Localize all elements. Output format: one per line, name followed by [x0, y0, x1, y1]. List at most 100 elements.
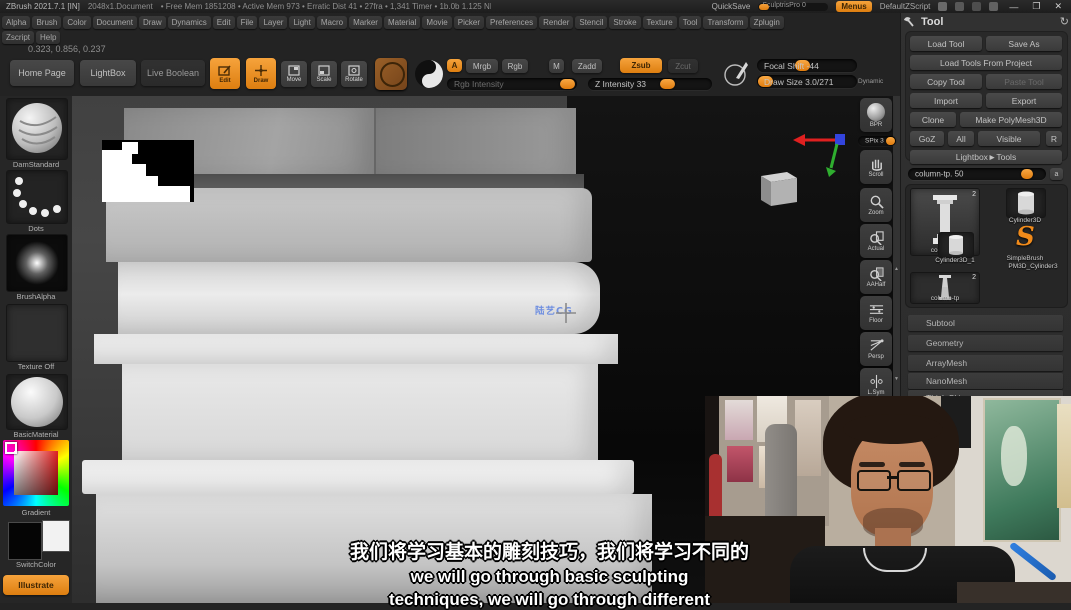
z-intensity-handle[interactable] — [660, 79, 675, 89]
make-polymesh3d-button[interactable]: Make PolyMesh3D — [960, 112, 1062, 127]
titlebar-brush-icon[interactable] — [955, 2, 964, 11]
menu-document[interactable]: Document — [93, 16, 137, 29]
menu-stroke[interactable]: Stroke — [609, 16, 640, 29]
lightbox-tools-button[interactable]: Lightbox►Tools — [910, 150, 1062, 164]
copy-tool-button[interactable]: Copy Tool — [910, 74, 982, 89]
z-intensity-slider[interactable]: Z Intensity 33 — [588, 78, 712, 90]
rgb-intensity-handle[interactable] — [560, 79, 575, 89]
menu-stencil[interactable]: Stencil — [575, 16, 607, 29]
window-minimize-button[interactable]: — — [1006, 2, 1021, 12]
menu-edit[interactable]: Edit — [213, 16, 235, 29]
default-zscript-button[interactable]: DefaultZScript — [880, 2, 931, 11]
color-picker-cursor-icon[interactable] — [5, 442, 17, 454]
tool-thumb-cylinder3d-1[interactable] — [938, 232, 974, 258]
menu-color[interactable]: Color — [63, 16, 90, 29]
zcut-toggle[interactable]: Zcut — [668, 59, 698, 73]
draw-size-slider[interactable]: Draw Size 3.0/271 — [757, 75, 857, 88]
color-picker[interactable] — [3, 440, 69, 506]
sculptris-pro-handle[interactable] — [759, 4, 769, 10]
goz-all-button[interactable]: All — [948, 131, 974, 146]
menu-preferences[interactable]: Preferences — [486, 16, 537, 29]
zsub-toggle[interactable]: Zsub — [620, 58, 662, 73]
zadd-toggle[interactable]: Zadd — [572, 59, 602, 73]
save-as-button[interactable]: Save As — [986, 36, 1062, 51]
import-button[interactable]: Import — [910, 93, 982, 108]
menu-render[interactable]: Render — [539, 16, 573, 29]
menu-dynamics[interactable]: Dynamics — [168, 16, 211, 29]
brush-selector-thumbnail[interactable] — [6, 98, 68, 160]
titlebar-doc-icon[interactable] — [972, 2, 981, 11]
load-tools-from-project-button[interactable]: Load Tools From Project — [910, 55, 1062, 70]
bpr-render-button[interactable]: BPR — [860, 98, 892, 132]
menu-tool[interactable]: Tool — [679, 16, 702, 29]
mrgb-toggle[interactable]: Mrgb — [466, 59, 498, 73]
lightbox-button[interactable]: LightBox — [80, 60, 136, 86]
scrollbar-down-icon[interactable]: ▼ — [894, 376, 899, 382]
menu-marker[interactable]: Marker — [349, 16, 382, 29]
live-boolean-toggle[interactable]: Live Boolean — [141, 60, 205, 86]
draw-mode-button[interactable]: Draw — [246, 58, 276, 89]
load-tool-button[interactable]: Load Tool — [910, 36, 982, 51]
persp-button[interactable]: Persp — [860, 332, 892, 366]
menu-texture[interactable]: Texture — [643, 16, 677, 29]
menu-layer[interactable]: Layer — [259, 16, 287, 29]
section-arraymesh[interactable]: ArrayMesh — [908, 355, 1063, 371]
section-subtool[interactable]: Subtool — [908, 315, 1063, 331]
rotate-mode-button[interactable]: Rotate — [341, 61, 367, 87]
menu-help[interactable]: Help — [36, 31, 60, 44]
rgb-intensity-slider[interactable]: Rgb Intensity — [447, 78, 577, 90]
menu-alpha[interactable]: Alpha — [2, 16, 30, 29]
spix-slider[interactable]: SPix 3 — [858, 136, 896, 146]
window-restore-button[interactable]: ❐ — [1029, 1, 1043, 12]
current-material-thumbnail[interactable] — [413, 58, 445, 90]
titlebar-palette-icon[interactable] — [989, 2, 998, 11]
material-selector-thumbnail[interactable] — [6, 374, 68, 430]
floor-button[interactable]: Floor — [860, 296, 892, 330]
menu-brush[interactable]: Brush — [32, 16, 61, 29]
menu-movie[interactable]: Movie — [422, 16, 451, 29]
dynamic-toggle[interactable]: Dynamic — [858, 78, 883, 85]
section-geometry[interactable]: Geometry — [908, 335, 1063, 351]
menus-toggle-button[interactable]: Menus — [836, 1, 871, 12]
scrollbar-up-icon[interactable]: ▲ — [894, 266, 899, 272]
focal-shift-slider[interactable]: Focal Shift -44 — [757, 59, 857, 72]
zoom-button[interactable]: Zoom — [860, 188, 892, 222]
current-brush-thumbnail[interactable] — [375, 58, 407, 90]
menu-transform[interactable]: Transform — [703, 16, 747, 29]
scroll-button[interactable]: Scroll — [860, 150, 892, 184]
goz-r-button[interactable]: R — [1046, 131, 1062, 146]
edit-mode-button[interactable]: Edit — [210, 58, 240, 89]
clone-button[interactable]: Clone — [910, 112, 956, 127]
tool-name-slider-handle[interactable] — [1021, 169, 1033, 179]
titlebar-tool-icon[interactable] — [938, 2, 947, 11]
export-button[interactable]: Export — [986, 93, 1062, 108]
actual-size-button[interactable]: Actual — [860, 224, 892, 258]
spix-handle[interactable] — [886, 137, 895, 145]
menu-light[interactable]: Light — [289, 16, 314, 29]
tool-thumb-simplebrush[interactable]: S — [1006, 226, 1044, 254]
a-toggle-button[interactable]: A — [447, 59, 462, 72]
goz-button[interactable]: GoZ — [910, 131, 944, 146]
tool-slider-a-button[interactable]: a — [1050, 168, 1063, 180]
menu-zscript[interactable]: Zscript — [2, 31, 34, 44]
axis-gizmo-icon[interactable] — [793, 126, 847, 178]
menu-zplugin[interactable]: Zplugin — [750, 16, 784, 29]
quicksave-button[interactable]: QuickSave — [712, 2, 751, 11]
goz-visible-button[interactable]: Visible — [978, 131, 1040, 146]
menu-macro[interactable]: Macro — [317, 16, 347, 29]
m-toggle[interactable]: M — [549, 59, 564, 73]
tool-thumb-column-small[interactable]: 2 column-tp — [910, 272, 980, 304]
sculptris-pro-slider[interactable]: SculptrisPro 0 — [758, 3, 828, 11]
tool-history-icon[interactable]: ↻ — [1060, 15, 1069, 28]
color-gradient-square[interactable] — [14, 451, 58, 495]
menu-material[interactable]: Material — [384, 16, 420, 29]
menu-draw[interactable]: Draw — [139, 16, 166, 29]
stroke-selector-thumbnail[interactable] — [6, 170, 68, 224]
scale-mode-button[interactable]: Scale — [311, 61, 337, 87]
aahalf-button[interactable]: AAHalf — [860, 260, 892, 294]
menu-file[interactable]: File — [237, 16, 258, 29]
texture-selector-thumbnail[interactable] — [6, 304, 68, 362]
rgb-toggle[interactable]: Rgb — [502, 59, 528, 73]
menu-picker[interactable]: Picker — [454, 16, 484, 29]
window-close-button[interactable]: ✕ — [1051, 1, 1065, 12]
